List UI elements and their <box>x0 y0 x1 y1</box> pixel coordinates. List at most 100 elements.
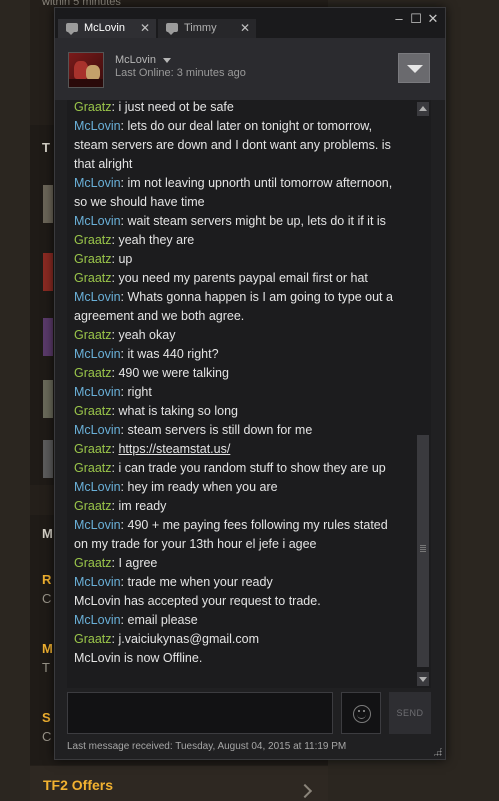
chat-message: Graatz: 490 we were talking <box>74 366 229 380</box>
chat-message: Graatz: im ready <box>74 499 167 513</box>
message-text: im ready <box>118 499 167 513</box>
message-text: I agree <box>118 556 158 570</box>
message-sender: McLovin <box>74 119 121 133</box>
background-letter: C <box>42 591 52 606</box>
scrollbar-thumb[interactable] <box>417 435 429 667</box>
avatar[interactable] <box>68 52 104 88</box>
chat-message: McLovin: it was 440 right? <box>74 347 219 361</box>
message-list: Graatz: i just need ot be safe McLovin: l… <box>74 100 404 668</box>
chat-message: Graatz: you need my parents paypal email… <box>74 271 368 285</box>
chat-message: McLovin: lets do our deal later on tonig… <box>74 119 391 171</box>
message-sender: Graatz <box>74 556 112 570</box>
options-dropdown-button[interactable] <box>398 53 430 83</box>
chat-message: Graatz: I agree <box>74 556 158 570</box>
message-sender: McLovin <box>74 480 121 494</box>
chat-titlebar[interactable]: McLovin ✕ Timmy ✕ – ☐ ✕ <box>55 8 445 39</box>
minimize-icon[interactable]: – <box>392 12 406 26</box>
background-thumbnail[interactable] <box>43 318 53 356</box>
background-letter: M <box>42 641 53 656</box>
chevron-down-icon[interactable] <box>163 58 171 63</box>
scroll-down-arrow-icon[interactable] <box>417 672 429 686</box>
message-log: Graatz: i just need ot be safe McLovin: l… <box>67 100 431 688</box>
scroll-up-arrow-icon[interactable] <box>417 102 429 116</box>
message-sender: McLovin <box>74 176 121 190</box>
message-text: yeah they are <box>118 233 195 247</box>
message-text: steam servers is still down for me <box>127 423 313 437</box>
tab-timmy[interactable]: Timmy ✕ <box>158 19 256 39</box>
scrollbar[interactable] <box>415 100 431 688</box>
message-sender: Graatz <box>74 252 112 266</box>
message-text: yeah okay <box>118 328 176 342</box>
chat-message: Graatz: yeah okay <box>74 328 176 342</box>
chat-message: Graatz: yeah they are <box>74 233 195 247</box>
smiley-icon <box>353 705 371 723</box>
background-letter: T <box>42 660 50 675</box>
friend-header: McLovin Last Online: 3 minutes ago <box>55 38 445 100</box>
message-text: McLovin is now Offline. <box>74 651 203 665</box>
chat-message: McLovin: right <box>74 385 152 399</box>
message-sender: McLovin <box>74 347 121 361</box>
friend-name[interactable]: McLovin <box>115 54 156 66</box>
chat-message: McLovin: im not leaving upnorth until to… <box>74 176 393 209</box>
chat-message: McLovin has accepted your request to tra… <box>74 592 404 611</box>
message-text: email please <box>127 613 198 627</box>
message-text: im not leaving upnorth until tomorrow af… <box>74 176 393 209</box>
emoticon-button[interactable] <box>341 692 381 734</box>
message-sender: Graatz <box>74 461 112 475</box>
message-input[interactable] <box>67 692 333 734</box>
chat-message: Graatz: i can trade you random stuff to … <box>74 461 386 475</box>
tf2-offers-link[interactable]: TF2 Offers <box>43 777 113 793</box>
message-text: lets do our deal later on tonight or tom… <box>74 119 391 171</box>
tab-mclovin[interactable]: McLovin ✕ <box>58 19 156 39</box>
background-thumbnail[interactable] <box>43 253 53 291</box>
background-letter: M <box>42 526 53 541</box>
background-letter: S <box>42 710 51 725</box>
chat-message: McLovin: steam servers is still down for… <box>74 423 313 437</box>
message-text: hey im ready when you are <box>127 480 278 494</box>
tab-label: McLovin <box>84 22 125 34</box>
message-sender: McLovin <box>74 518 121 532</box>
message-sender: Graatz <box>74 271 112 285</box>
message-text: 490 + me paying fees following my rules … <box>74 518 388 551</box>
message-text: right <box>127 385 152 399</box>
chat-window: McLovin ✕ Timmy ✕ – ☐ ✕ McLovin Last Onl… <box>54 7 446 760</box>
message-sender: Graatz <box>74 328 112 342</box>
chat-message: Graatz: https://steamstat.us/ <box>74 442 231 456</box>
message-sender: McLovin <box>74 613 121 627</box>
close-tab-icon[interactable]: ✕ <box>140 19 150 38</box>
chat-message: McLovin: wait steam servers might be up,… <box>74 214 386 228</box>
tab-label: Timmy <box>184 22 217 34</box>
close-tab-icon[interactable]: ✕ <box>240 19 250 38</box>
chat-message: McLovin: hey im ready when you are <box>74 480 278 494</box>
background-letter: R <box>42 572 52 587</box>
background-thumbnail[interactable] <box>43 185 53 223</box>
message-text: i can trade you random stuff to show the… <box>118 461 386 475</box>
message-link[interactable]: https://steamstat.us/ <box>118 442 230 456</box>
message-sender: Graatz <box>74 442 112 456</box>
message-text: 490 we were talking <box>118 366 229 380</box>
message-text: Whats gonna happen is I am going to type… <box>74 290 393 323</box>
message-sender: McLovin <box>74 423 121 437</box>
background-thumbnail[interactable] <box>43 440 53 478</box>
maximize-icon[interactable]: ☐ <box>409 12 423 26</box>
friend-status: Last Online: 3 minutes ago <box>115 67 246 79</box>
message-text: up <box>118 252 133 266</box>
message-text: it was 440 right? <box>127 347 219 361</box>
resize-grip-icon[interactable] <box>433 747 442 756</box>
message-sender: Graatz <box>74 632 112 646</box>
chat-message: Graatz: what is taking so long <box>74 404 238 418</box>
close-window-icon[interactable]: ✕ <box>426 12 440 26</box>
chat-message: Graatz: up <box>74 252 133 266</box>
chat-message: McLovin: email please <box>74 613 198 627</box>
chat-message: Graatz: i just need ot be safe <box>74 100 234 114</box>
chat-message: McLovin: 490 + me paying fees following … <box>74 518 388 551</box>
background-letter: T <box>42 140 50 155</box>
message-sender: McLovin <box>74 214 121 228</box>
message-text: McLovin has accepted your request to tra… <box>74 594 321 608</box>
last-message-received: Last message received: Tuesday, August 0… <box>67 741 347 752</box>
send-button[interactable]: SEND <box>389 692 431 734</box>
background-thumbnail[interactable] <box>43 380 53 418</box>
grip-icon <box>420 545 426 553</box>
chat-message: McLovin: trade me when your ready <box>74 575 273 589</box>
message-sender: Graatz <box>74 499 112 513</box>
